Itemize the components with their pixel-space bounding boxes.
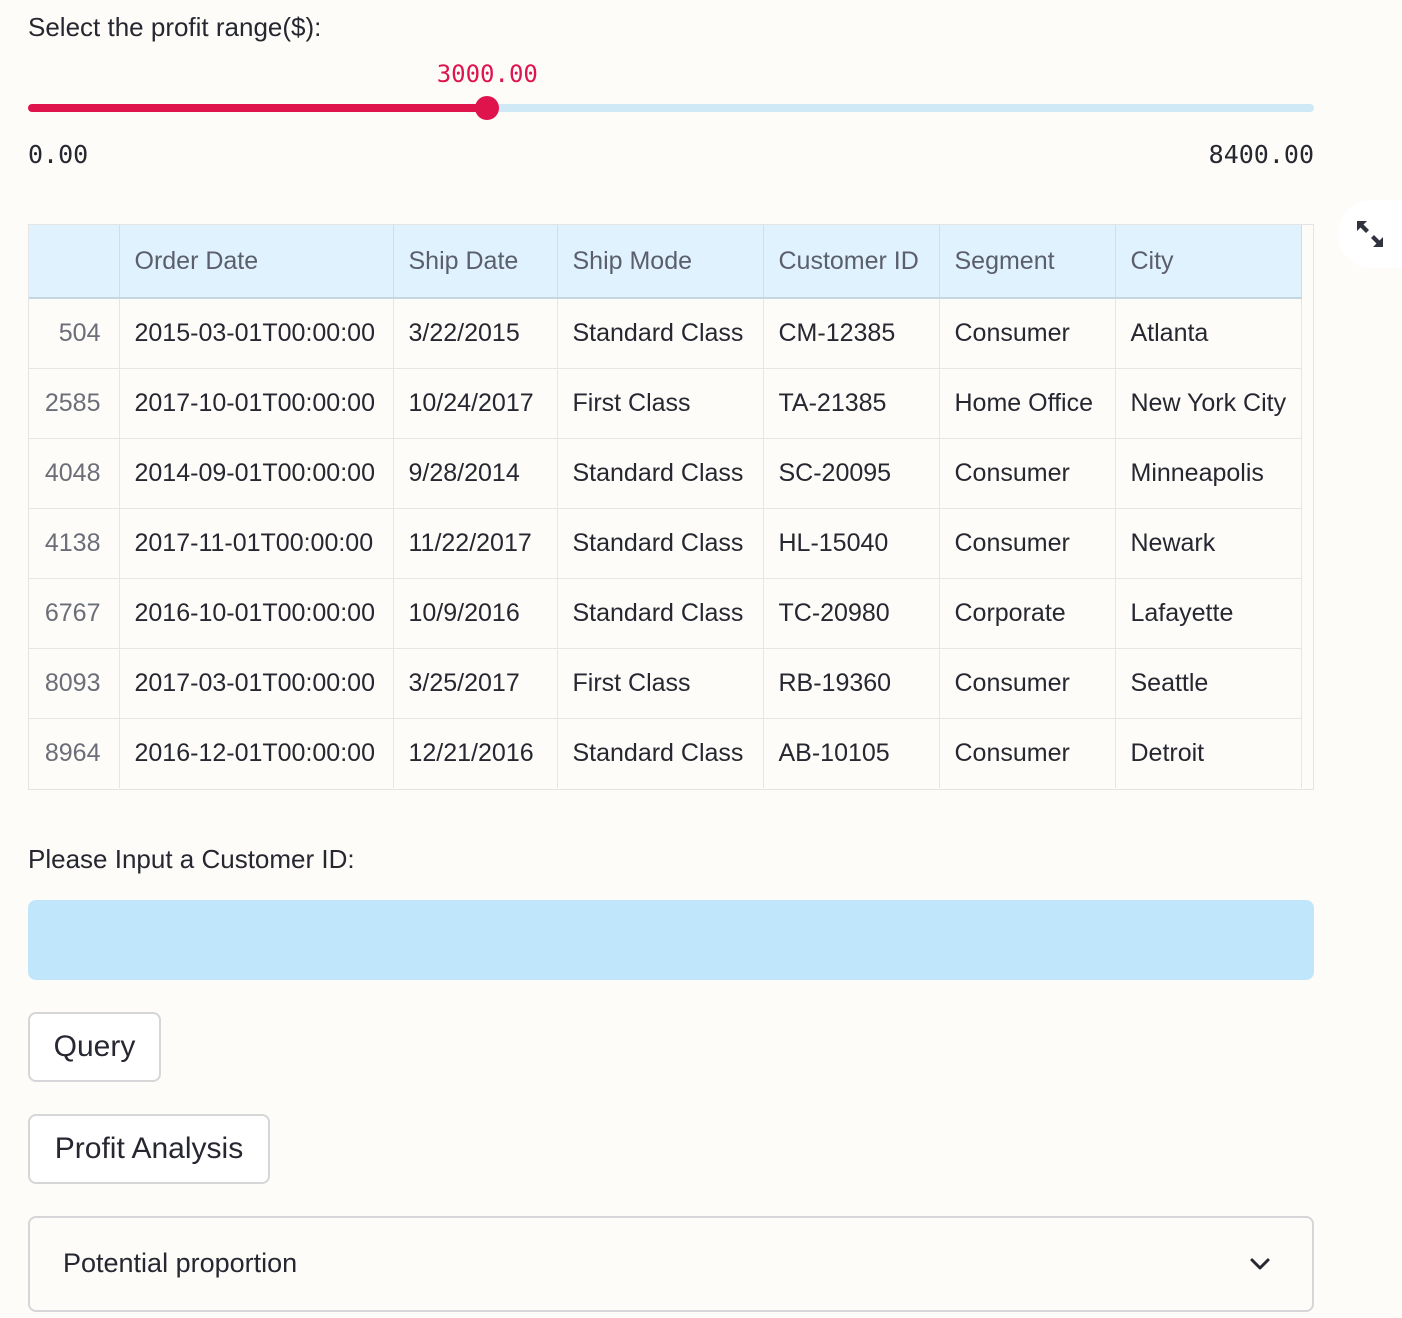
profit-range-slider[interactable] bbox=[28, 96, 1314, 120]
table-cell: 3/25/2017 bbox=[393, 648, 558, 719]
table-cell: HL-15040 bbox=[763, 508, 940, 579]
table-row[interactable]: 4048 2014-09-01T00:00:00 9/28/2014 Standard… bbox=[29, 438, 1302, 509]
row-index-cell: 504 bbox=[29, 298, 120, 369]
table-cell: 10/9/2016 bbox=[393, 578, 558, 649]
column-header[interactable]: Customer ID bbox=[763, 225, 940, 299]
table-cell: Standard Class bbox=[557, 718, 764, 788]
column-header[interactable]: Order Date bbox=[119, 225, 394, 299]
table-body: 504 2015-03-01T00:00:00 3/22/2015 Standard … bbox=[29, 298, 1302, 788]
profit-analysis-button[interactable]: Profit Analysis bbox=[28, 1114, 270, 1184]
customer-id-input[interactable] bbox=[28, 900, 1314, 980]
table-cell: Standard Class bbox=[557, 438, 764, 509]
table-cell: 2016-12-01T00:00:00 bbox=[119, 718, 394, 788]
table-cell: Lafayette bbox=[1115, 578, 1302, 649]
column-header[interactable]: Ship Mode bbox=[557, 225, 764, 299]
table-cell: AB-10105 bbox=[763, 718, 940, 788]
row-index-cell: 6767 bbox=[29, 578, 120, 649]
table-cell: Minneapolis bbox=[1115, 438, 1302, 509]
slider-max-value: 8400.00 bbox=[1208, 140, 1314, 169]
table-row[interactable]: 6767 2016-10-01T00:00:00 10/9/2016 Standard… bbox=[29, 578, 1302, 649]
row-index-cell: 8093 bbox=[29, 648, 120, 719]
slider-min-value: 0.00 bbox=[28, 140, 89, 169]
table-cell: 3/22/2015 bbox=[393, 298, 558, 369]
slider-thumb[interactable] bbox=[475, 96, 500, 120]
table-cell: RB-19360 bbox=[763, 648, 940, 719]
profit-range-label: Select the profit range($): bbox=[28, 12, 322, 42]
table-row[interactable]: 504 2015-03-01T00:00:00 3/22/2015 Standard … bbox=[29, 298, 1302, 369]
table-cell: Atlanta bbox=[1115, 298, 1302, 369]
table-cell: Consumer bbox=[939, 298, 1116, 369]
table-cell: Consumer bbox=[939, 508, 1116, 579]
table-cell: Standard Class bbox=[557, 578, 764, 649]
table-cell: Consumer bbox=[939, 718, 1116, 788]
table-cell: 9/28/2014 bbox=[393, 438, 558, 509]
table-row[interactable]: 8964 2016-12-01T00:00:00 12/21/2016 Standar… bbox=[29, 718, 1302, 788]
row-index-cell: 4048 bbox=[29, 438, 120, 509]
column-header[interactable]: Segment bbox=[939, 225, 1116, 299]
table-cell: Detroit bbox=[1115, 718, 1302, 788]
table-row[interactable]: 8093 2017-03-01T00:00:00 3/25/2017 First Cl… bbox=[29, 648, 1302, 719]
table-cell: Home Office bbox=[939, 368, 1116, 439]
table-cell: 2016-10-01T00:00:00 bbox=[119, 578, 394, 649]
table-cell: 10/24/2017 bbox=[393, 368, 558, 439]
table-cell: TC-20980 bbox=[763, 578, 940, 649]
table-cell: 2015-03-01T00:00:00 bbox=[119, 298, 394, 369]
table-row[interactable]: 2585 2017-10-01T00:00:00 10/24/2017 First C… bbox=[29, 368, 1302, 439]
row-index-cell: 4138 bbox=[29, 508, 120, 579]
table-cell: Consumer bbox=[939, 648, 1116, 719]
table-cell: First Class bbox=[557, 648, 764, 719]
table-cell: Corporate bbox=[939, 578, 1116, 649]
table-cell: Seattle bbox=[1115, 648, 1302, 719]
table-cell: 12/21/2016 bbox=[393, 718, 558, 788]
app-page: Select the profit range($): 3000.00 0.00… bbox=[0, 0, 1402, 1318]
column-header[interactable]: City bbox=[1115, 225, 1302, 299]
table-cell: CM-12385 bbox=[763, 298, 940, 369]
query-button[interactable]: Query bbox=[28, 1012, 161, 1082]
row-index-cell: 8964 bbox=[29, 718, 120, 788]
table-cell: TA-21385 bbox=[763, 368, 940, 439]
table-cell: SC-20095 bbox=[763, 438, 940, 509]
expand-arrows-icon bbox=[1357, 221, 1383, 247]
table-cell: 2017-10-01T00:00:00 bbox=[119, 368, 394, 439]
table-cell: Newark bbox=[1115, 508, 1302, 579]
column-header-index[interactable] bbox=[29, 225, 120, 299]
table-cell: Standard Class bbox=[557, 298, 764, 369]
table-cell: Consumer bbox=[939, 438, 1116, 509]
customer-id-label: Please Input a Customer ID: bbox=[28, 844, 355, 874]
table-cell: First Class bbox=[557, 368, 764, 439]
expander-label: Potential proportion bbox=[63, 1248, 298, 1278]
fullscreen-button[interactable] bbox=[1338, 200, 1402, 268]
row-index-cell: 2585 bbox=[29, 368, 120, 439]
table-cell: 2014-09-01T00:00:00 bbox=[119, 438, 394, 509]
slider-fill bbox=[28, 104, 488, 112]
table-cell: 2017-11-01T00:00:00 bbox=[119, 508, 394, 579]
table-cell: 2017-03-01T00:00:00 bbox=[119, 648, 394, 719]
table-cell: New York City bbox=[1115, 368, 1302, 439]
table-cell: 11/22/2017 bbox=[393, 508, 558, 579]
data-table[interactable]: Order Date Ship Date Ship Mode Customer ID S… bbox=[28, 224, 1314, 790]
slider-current-value: 3000.00 bbox=[436, 60, 538, 88]
table-row[interactable]: 4138 2017-11-01T00:00:00 11/22/2017 Standar… bbox=[29, 508, 1302, 579]
chevron-down-icon bbox=[1250, 1258, 1270, 1270]
table-header-row: Order Date Ship Date Ship Mode Customer ID S… bbox=[29, 225, 1302, 299]
potential-proportion-expander[interactable]: Potential proportion bbox=[28, 1216, 1314, 1312]
table-cell: Standard Class bbox=[557, 508, 764, 579]
column-header[interactable]: Ship Date bbox=[393, 225, 558, 299]
